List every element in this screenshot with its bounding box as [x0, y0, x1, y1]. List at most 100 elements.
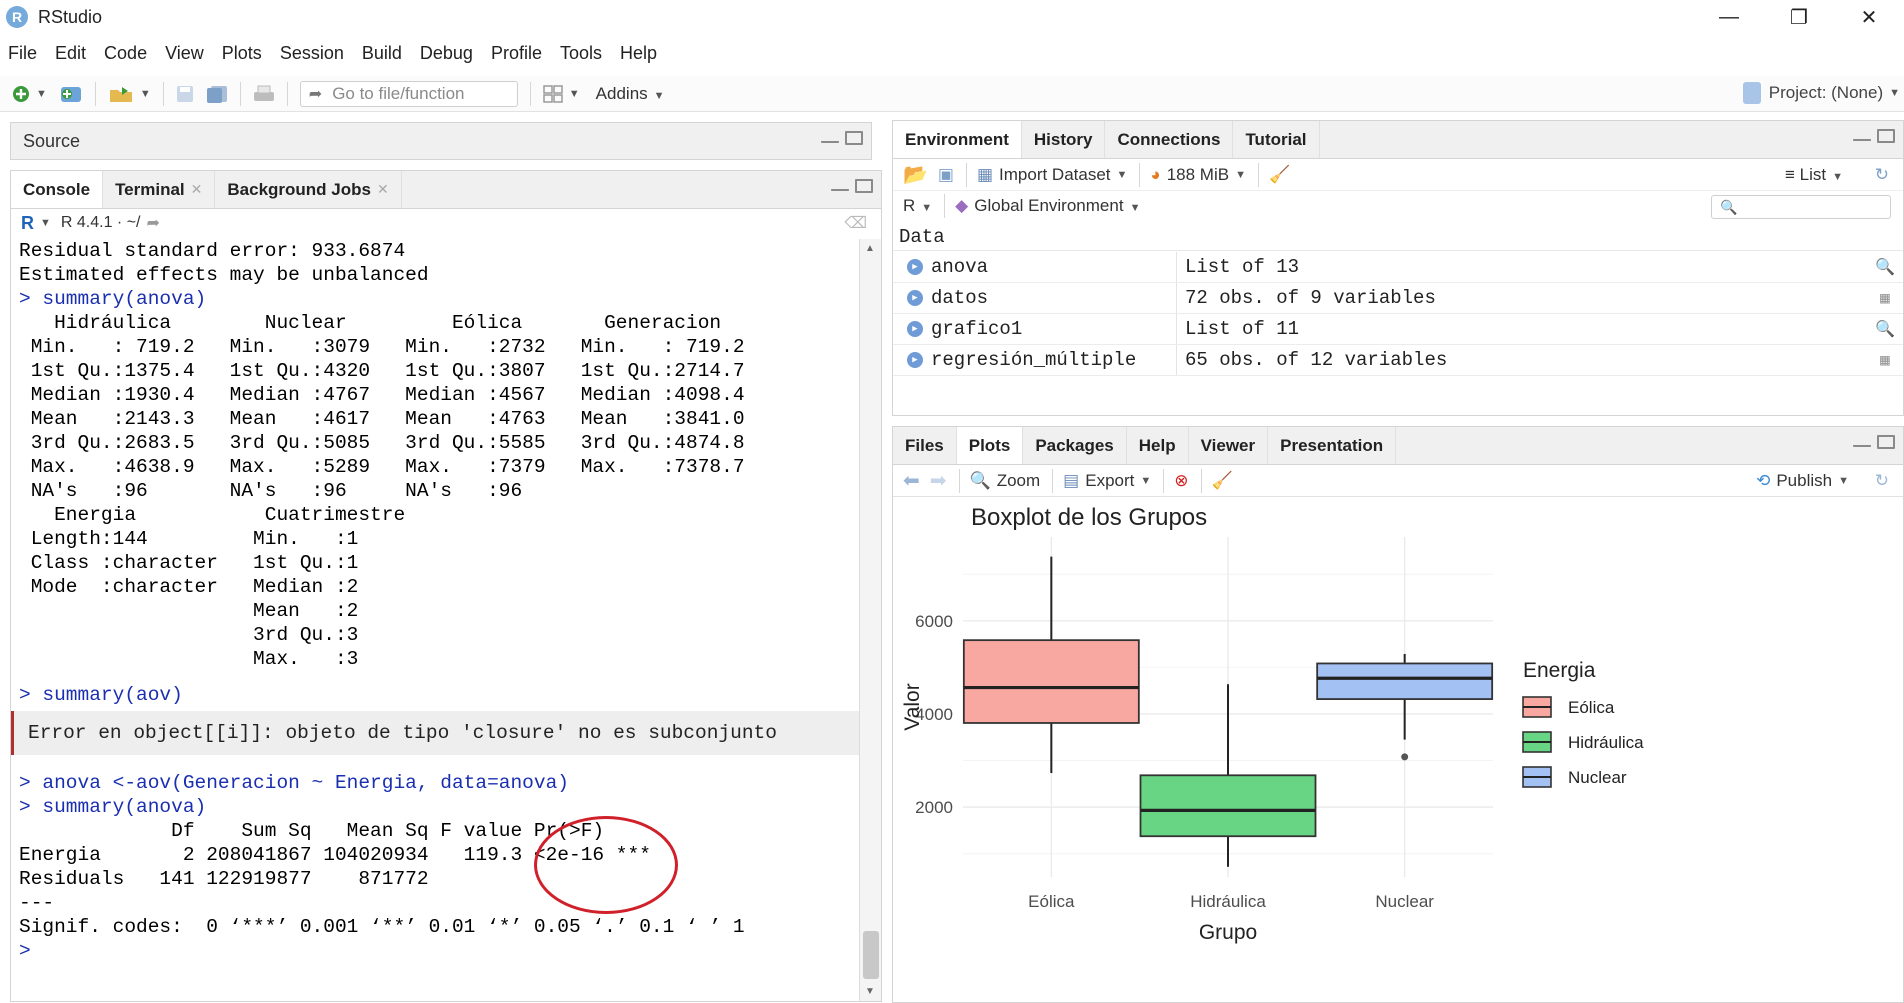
plots-window-controls[interactable]: [1853, 435, 1895, 449]
refresh-plot-icon[interactable]: ↻: [1875, 471, 1889, 491]
previous-plot-icon[interactable]: ⬅: [903, 468, 920, 493]
menu-tools[interactable]: Tools: [552, 43, 612, 64]
menu-plots[interactable]: Plots: [214, 43, 272, 64]
table-icon[interactable]: ▦: [1867, 350, 1903, 370]
print-icon[interactable]: [253, 85, 275, 103]
maximize-pane-icon[interactable]: [855, 179, 873, 193]
zoom-button[interactable]: Zoom: [997, 471, 1040, 491]
env-row-datos[interactable]: ▶ datos 72 obs. of 9 variables ▦: [893, 283, 1903, 314]
close-tab-icon[interactable]: ✕: [191, 181, 203, 198]
tab-history[interactable]: History: [1022, 121, 1106, 158]
console-tab-bar: Console Terminal ✕ Background Jobs ✕: [11, 171, 881, 209]
menu-help[interactable]: Help: [612, 43, 667, 64]
close-button[interactable]: ✕: [1834, 0, 1904, 34]
tab-environment[interactable]: Environment: [893, 121, 1022, 158]
memory-usage-label[interactable]: 188 MiB: [1167, 165, 1229, 185]
save-icon[interactable]: [176, 85, 194, 103]
clear-console-icon[interactable]: ⌫: [844, 213, 867, 233]
open-file-icon[interactable]: ▼: [108, 85, 151, 103]
tab-viewer[interactable]: Viewer: [1189, 427, 1269, 464]
minimize-button[interactable]: —: [1694, 0, 1764, 34]
project-menu[interactable]: Project: (None) ▼: [1742, 82, 1900, 104]
tab-console[interactable]: Console: [11, 171, 104, 208]
menu-view[interactable]: View: [157, 43, 214, 64]
scroll-up-icon[interactable]: ▲: [865, 243, 875, 254]
env-row-anova[interactable]: ▶ anova List of 13 🔍: [893, 252, 1903, 283]
console-window-controls[interactable]: [831, 179, 873, 193]
magnifier-icon[interactable]: 🔍: [1867, 257, 1903, 277]
boxplot-chart: Boxplot de los Grupos200040006000Eólica H…: [901, 504, 1644, 944]
menu-session[interactable]: Session: [272, 43, 354, 64]
addins-menu[interactable]: Addins ▼: [596, 84, 665, 104]
toolbar-separator: [1052, 468, 1054, 493]
load-workspace-icon[interactable]: 📂: [903, 162, 928, 187]
next-plot-icon[interactable]: ➡: [930, 468, 947, 493]
table-icon[interactable]: ▦: [1867, 288, 1903, 308]
go-to-directory-icon[interactable]: ➦: [146, 213, 159, 233]
magnifier-icon[interactable]: 🔍: [1867, 319, 1903, 339]
go-to-file-input[interactable]: ➦ Go to file/function: [299, 80, 518, 107]
import-dataset-button[interactable]: Import Dataset: [999, 165, 1111, 185]
console-scrollbar[interactable]: ▲ ▼: [859, 239, 881, 1001]
tab-files[interactable]: Files: [893, 427, 957, 464]
tab-presentation[interactable]: Presentation: [1268, 427, 1397, 464]
language-selector[interactable]: R ▼: [903, 196, 932, 216]
menu-file[interactable]: File: [0, 43, 47, 64]
new-project-icon[interactable]: [59, 84, 83, 104]
scroll-down-icon[interactable]: ▼: [865, 986, 875, 997]
maximize-pane-icon[interactable]: [1877, 435, 1895, 449]
clear-plots-broom-icon[interactable]: 🧹: [1212, 471, 1233, 491]
expand-arrow-icon[interactable]: ▶: [907, 259, 923, 275]
save-all-icon[interactable]: [206, 85, 228, 103]
box-eolica: [962, 639, 1140, 724]
tab-plots[interactable]: Plots: [956, 427, 1024, 464]
toolbar-separator: [239, 81, 241, 106]
tab-packages[interactable]: Packages: [1023, 427, 1127, 464]
env-row-regresion-multiple[interactable]: ▶ regresión_múltiple 65 obs. of 12 variabl…: [893, 345, 1903, 376]
env-object-name[interactable]: ▶ grafico1: [893, 314, 1177, 344]
menu-debug[interactable]: Debug: [412, 43, 483, 64]
maximize-button[interactable]: ❐: [1764, 0, 1834, 34]
tab-background-jobs[interactable]: Background Jobs ✕: [215, 171, 402, 208]
minimize-pane-icon[interactable]: [821, 137, 839, 143]
scroll-thumb[interactable]: [863, 931, 879, 979]
expand-arrow-icon[interactable]: ▶: [907, 321, 923, 337]
env-window-controls[interactable]: [1853, 129, 1895, 143]
tab-help[interactable]: Help: [1127, 427, 1189, 464]
source-window-controls[interactable]: [821, 131, 863, 145]
scope-selector[interactable]: Global Environment ▼: [974, 196, 1140, 216]
tab-tutorial[interactable]: Tutorial: [1233, 121, 1320, 158]
env-object-name[interactable]: ▶ anova: [893, 252, 1177, 282]
env-object-name[interactable]: ▶ regresión_múltiple: [893, 345, 1177, 375]
env-object-name[interactable]: ▶ datos: [893, 283, 1177, 313]
export-button[interactable]: Export: [1085, 471, 1134, 491]
console-output-line: 1st Qu.:1375.4 1st Qu.:4320 1st Qu.:3807…: [19, 360, 768, 382]
close-tab-icon[interactable]: ✕: [377, 181, 389, 198]
minimize-pane-icon[interactable]: [1853, 441, 1871, 447]
maximize-pane-icon[interactable]: [845, 131, 863, 145]
tab-terminal[interactable]: Terminal ✕: [103, 171, 216, 208]
minimize-pane-icon[interactable]: [1853, 135, 1871, 141]
tab-connections[interactable]: Connections: [1105, 121, 1234, 158]
grid-layout-icon[interactable]: ▼: [543, 84, 580, 103]
list-view-menu[interactable]: ≡ List ▼: [1785, 165, 1843, 185]
console-output[interactable]: Residual standard error: 933.6874 Estimat…: [11, 239, 859, 1001]
save-workspace-icon[interactable]: ▣: [938, 165, 954, 185]
menu-edit[interactable]: Edit: [47, 43, 96, 64]
expand-arrow-icon[interactable]: ▶: [907, 352, 923, 368]
menu-build[interactable]: Build: [354, 43, 412, 64]
expand-arrow-icon[interactable]: ▶: [907, 290, 923, 306]
remove-plot-icon[interactable]: ⊗: [1174, 471, 1188, 491]
menu-profile[interactable]: Profile: [483, 43, 552, 64]
minimize-pane-icon[interactable]: [831, 185, 849, 191]
menu-code[interactable]: Code: [96, 43, 157, 64]
environment-tab-bar: Environment History Connections Tutorial: [893, 121, 1903, 159]
publish-menu[interactable]: ⟲ Publish ▼: [1756, 471, 1849, 491]
refresh-env-icon[interactable]: ↻: [1875, 165, 1889, 185]
maximize-pane-icon[interactable]: [1877, 129, 1895, 143]
console-input-line: > summary(aov): [19, 684, 183, 706]
environment-search-input[interactable]: 🔍: [1711, 195, 1891, 219]
env-row-grafico1[interactable]: ▶ grafico1 List of 11 🔍: [893, 314, 1903, 345]
clear-workspace-broom-icon[interactable]: 🧹: [1269, 165, 1290, 185]
new-file-icon[interactable]: ▼: [12, 85, 47, 103]
